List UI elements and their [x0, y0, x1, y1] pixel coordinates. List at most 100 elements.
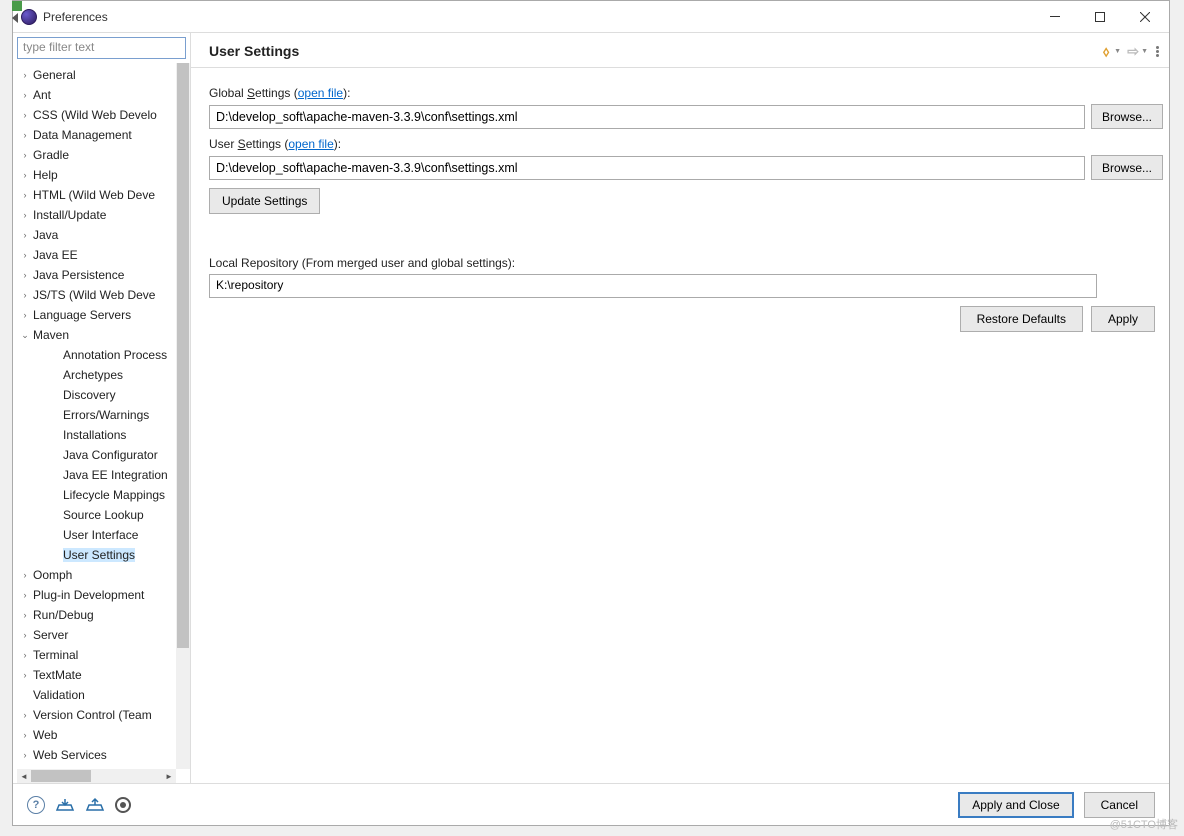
tree-item-archetypes[interactable]: Archetypes [17, 365, 176, 385]
tree-item-label: Maven [33, 328, 69, 342]
chevron-right-icon: › [17, 670, 33, 680]
tree-item-java[interactable]: ›Java [17, 225, 176, 245]
tree-item-user-settings[interactable]: User Settings [17, 545, 176, 565]
dialog-footer: ? Apply and Close Cancel [13, 783, 1169, 825]
chevron-right-icon: › [17, 710, 33, 720]
chevron-right-icon: › [17, 750, 33, 760]
chevron-right-icon: › [17, 250, 33, 260]
close-button[interactable] [1122, 2, 1167, 32]
nav-back-icon[interactable]: ⬨ [1098, 43, 1114, 59]
nav-back-menu-icon[interactable]: ▼ [1114, 48, 1121, 55]
tree-item-label: JS/TS (Wild Web Deve [33, 288, 155, 302]
tree-item-label: Gradle [33, 148, 69, 162]
tree-item-maven[interactable]: ⌄Maven [17, 325, 176, 345]
tree-item-label: Installations [63, 428, 126, 442]
apply-and-close-button[interactable]: Apply and Close [958, 792, 1073, 818]
tree-item-data-management[interactable]: ›Data Management [17, 125, 176, 145]
tree-item-textmate[interactable]: ›TextMate [17, 665, 176, 685]
tree-item-label: HTML (Wild Web Deve [33, 188, 155, 202]
tree-item-java-ee[interactable]: ›Java EE [17, 245, 176, 265]
tree-item-label: Help [33, 168, 58, 182]
horizontal-scrollbar[interactable]: ◄► [17, 769, 176, 783]
tree-item-html-wild-web-deve[interactable]: ›HTML (Wild Web Deve [17, 185, 176, 205]
tree-item-version-control-team[interactable]: ›Version Control (Team [17, 705, 176, 725]
tree-item-js-ts-wild-web-deve[interactable]: ›JS/TS (Wild Web Deve [17, 285, 176, 305]
tree-item-language-servers[interactable]: ›Language Servers [17, 305, 176, 325]
nav-forward-icon[interactable]: ⇨ [1125, 43, 1141, 59]
tree-item-help[interactable]: ›Help [17, 165, 176, 185]
export-preferences-icon[interactable] [85, 797, 105, 813]
chevron-right-icon: › [17, 610, 33, 620]
tree-item-server[interactable]: ›Server [17, 625, 176, 645]
tree-item-java-persistence[interactable]: ›Java Persistence [17, 265, 176, 285]
tree-item-label: Language Servers [33, 308, 131, 322]
tree-item-install-update[interactable]: ›Install/Update [17, 205, 176, 225]
global-open-file-link[interactable]: open file [298, 86, 343, 100]
tree-item-label: Server [33, 628, 68, 642]
tree-item-discovery[interactable]: Discovery [17, 385, 176, 405]
import-preferences-icon[interactable] [55, 797, 75, 813]
tree-item-oomph[interactable]: ›Oomph [17, 565, 176, 585]
tree-item-validation[interactable]: Validation [17, 685, 176, 705]
global-settings-input[interactable] [209, 105, 1085, 129]
tree-item-run-debug[interactable]: ›Run/Debug [17, 605, 176, 625]
restore-defaults-button[interactable]: Restore Defaults [960, 306, 1083, 332]
chevron-down-icon: ⌄ [17, 330, 33, 341]
tree-item-label: Install/Update [33, 208, 106, 222]
tree-item-java-ee-integration[interactable]: Java EE Integration [17, 465, 176, 485]
nav-forward-menu-icon[interactable]: ▼ [1141, 48, 1148, 55]
preferences-tree-panel: type filter text ›General›Ant›CSS (Wild … [13, 33, 191, 783]
chevron-right-icon: › [17, 150, 33, 160]
view-menu-icon[interactable] [1156, 46, 1159, 57]
chevron-right-icon: › [17, 170, 33, 180]
minimize-button[interactable] [1032, 2, 1077, 32]
preferences-tree[interactable]: ›General›Ant›CSS (Wild Web Develo›Data M… [17, 63, 176, 765]
apply-button[interactable]: Apply [1091, 306, 1155, 332]
tree-item-label: Ant [33, 88, 51, 102]
tree-item-source-lookup[interactable]: Source Lookup [17, 505, 176, 525]
user-open-file-link[interactable]: open file [288, 137, 333, 151]
tree-item-java-configurator[interactable]: Java Configurator [17, 445, 176, 465]
tree-item-label: Java EE Integration [63, 468, 168, 482]
tree-item-lifecycle-mappings[interactable]: Lifecycle Mappings [17, 485, 176, 505]
user-settings-input[interactable] [209, 156, 1085, 180]
global-browse-button[interactable]: Browse... [1091, 104, 1163, 129]
chevron-right-icon: › [17, 290, 33, 300]
maximize-button[interactable] [1077, 2, 1122, 32]
tree-item-label: Web Services [33, 748, 107, 762]
tree-item-label: User Interface [63, 528, 138, 542]
settings-content: User Settings ⬨ ▼ ⇨ ▼ Global Settings (o… [191, 33, 1169, 783]
user-browse-button[interactable]: Browse... [1091, 155, 1163, 180]
tree-item-errors-warnings[interactable]: Errors/Warnings [17, 405, 176, 425]
tree-item-label: CSS (Wild Web Develo [33, 108, 157, 122]
tree-item-general[interactable]: ›General [17, 65, 176, 85]
vertical-scrollbar[interactable] [176, 63, 190, 769]
filter-input[interactable]: type filter text [17, 37, 186, 59]
tree-item-label: Web [33, 728, 57, 742]
chevron-right-icon: › [17, 70, 33, 80]
tree-item-css-wild-web-develo[interactable]: ›CSS (Wild Web Develo [17, 105, 176, 125]
tree-item-plug-in-development[interactable]: ›Plug-in Development [17, 585, 176, 605]
tree-item-gradle[interactable]: ›Gradle [17, 145, 176, 165]
chevron-right-icon: › [17, 210, 33, 220]
tree-item-terminal[interactable]: ›Terminal [17, 645, 176, 665]
tree-item-web-services[interactable]: ›Web Services [17, 745, 176, 765]
chevron-right-icon: › [17, 90, 33, 100]
chevron-right-icon: › [17, 650, 33, 660]
chevron-right-icon: › [17, 190, 33, 200]
help-icon[interactable]: ? [27, 796, 45, 814]
tree-item-label: Data Management [33, 128, 132, 142]
update-settings-button[interactable]: Update Settings [209, 188, 320, 214]
tree-item-web[interactable]: ›Web [17, 725, 176, 745]
tree-item-user-interface[interactable]: User Interface [17, 525, 176, 545]
tree-item-annotation-process[interactable]: Annotation Process [17, 345, 176, 365]
tree-item-label: Java [33, 228, 58, 242]
cancel-button[interactable]: Cancel [1084, 792, 1155, 818]
chevron-right-icon: › [17, 270, 33, 280]
tree-item-installations[interactable]: Installations [17, 425, 176, 445]
tree-item-label: Source Lookup [63, 508, 144, 522]
tree-item-label: Java Configurator [63, 448, 158, 462]
local-repository-label: Local Repository (From merged user and g… [209, 256, 1163, 270]
oomph-record-icon[interactable] [115, 797, 131, 813]
tree-item-ant[interactable]: ›Ant [17, 85, 176, 105]
